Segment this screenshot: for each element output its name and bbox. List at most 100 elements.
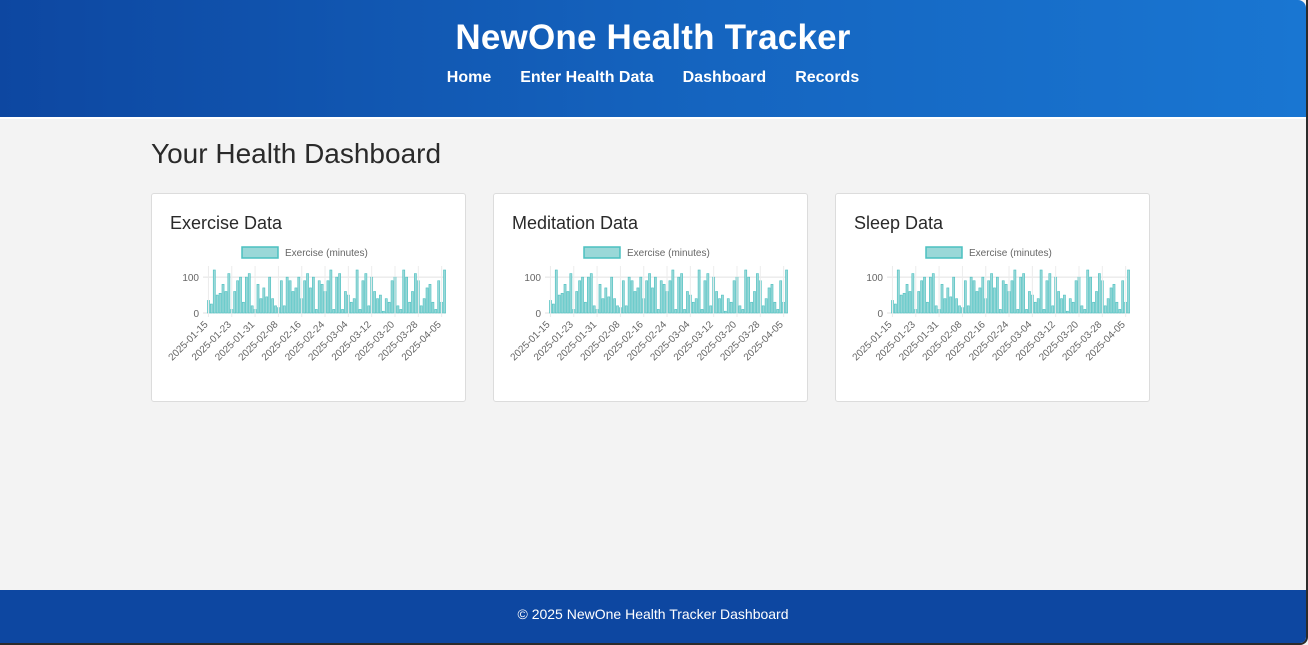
legend-swatch <box>925 246 963 259</box>
bar <box>563 284 567 314</box>
nav-home-link[interactable]: Home <box>447 69 491 87</box>
bar <box>1086 269 1090 314</box>
bar <box>210 303 213 314</box>
bar <box>335 276 339 314</box>
bar <box>373 291 376 314</box>
bar <box>750 301 753 314</box>
bar <box>405 276 409 314</box>
bar <box>349 301 353 314</box>
bar <box>244 276 248 314</box>
y-tick-label: 100 <box>866 273 883 284</box>
bar <box>262 287 266 314</box>
bar <box>1022 273 1025 314</box>
bar <box>747 276 751 314</box>
bar <box>279 280 283 314</box>
bar <box>706 273 710 314</box>
bar <box>215 294 219 314</box>
bar <box>741 309 745 314</box>
bar <box>648 273 651 314</box>
bar <box>437 280 441 314</box>
bar <box>662 284 666 314</box>
bar <box>894 303 897 314</box>
bar <box>928 276 932 314</box>
bar <box>969 276 973 314</box>
bar <box>1057 291 1060 314</box>
bar <box>425 287 429 314</box>
bar <box>726 298 730 314</box>
bar <box>247 273 251 314</box>
bar <box>978 287 982 314</box>
bar <box>677 276 681 314</box>
bar <box>902 292 906 314</box>
bar <box>1004 284 1008 314</box>
bar <box>952 276 956 314</box>
bar <box>911 273 915 314</box>
bar <box>242 301 245 314</box>
bar <box>431 301 435 314</box>
bar <box>744 269 748 314</box>
bar <box>294 287 298 314</box>
main-nav: Home Enter Health Data Dashboard Records <box>0 69 1306 87</box>
bar <box>282 305 286 314</box>
bar <box>761 305 765 314</box>
y-tick-label: 0 <box>877 309 883 320</box>
bar <box>1071 301 1075 314</box>
y-tick-label: 0 <box>535 309 541 320</box>
bar <box>987 280 990 314</box>
bar <box>674 309 678 314</box>
bar <box>1036 298 1040 314</box>
bar <box>552 303 555 314</box>
sleep-chart: Exercise (minutes)01002025-01-152025-01-… <box>851 246 1130 363</box>
bar <box>721 294 724 314</box>
bar <box>920 280 923 314</box>
bar <box>1051 305 1055 314</box>
footer-text: © 2025 NewOne Health Tracker Dashboard <box>517 606 789 622</box>
page-title: Your Health Dashboard <box>151 138 442 169</box>
bar <box>581 276 584 314</box>
site-header: NewOne Health Tracker Home Enter Health … <box>0 0 1306 119</box>
bar <box>297 276 301 314</box>
bar <box>326 280 330 314</box>
nav-records-link[interactable]: Records <box>795 69 859 87</box>
bar <box>779 280 783 314</box>
bar <box>419 305 423 314</box>
bar <box>414 273 417 314</box>
bar <box>972 280 976 314</box>
bar <box>651 287 654 314</box>
bar <box>399 309 403 314</box>
bar <box>1001 280 1005 314</box>
bar <box>352 298 356 314</box>
nav-dashboard-link[interactable]: Dashboard <box>683 69 767 87</box>
bar <box>390 280 394 314</box>
bar <box>958 305 961 314</box>
bar <box>686 291 689 314</box>
bar <box>630 280 634 314</box>
bar <box>256 284 260 314</box>
bar <box>288 280 292 314</box>
y-tick-label: 100 <box>524 273 541 284</box>
bar <box>312 276 315 314</box>
site-title: NewOne Health Tracker <box>455 18 851 57</box>
bar <box>309 287 312 314</box>
bar <box>422 298 426 314</box>
nav-enter-health-data-link[interactable]: Enter Health Data <box>520 69 653 87</box>
bar <box>694 298 698 314</box>
bar <box>384 298 388 314</box>
legend-label: Exercise (minutes) <box>627 248 710 259</box>
bar <box>566 291 570 314</box>
bar <box>1098 273 1101 314</box>
bar <box>1045 280 1049 314</box>
bar <box>949 296 953 314</box>
bar <box>715 291 718 314</box>
bar <box>899 294 903 314</box>
bar <box>387 301 391 314</box>
bar <box>680 273 683 314</box>
bar <box>592 305 596 314</box>
bar <box>923 276 926 314</box>
exercise-card: Exercise Data Exercise (minutes) 0 100 2025… <box>151 193 466 402</box>
bar <box>955 298 958 314</box>
app-window: NewOne Health Tracker Home Enter Health … <box>0 0 1308 645</box>
bar <box>1013 269 1017 314</box>
bar <box>709 305 713 314</box>
bar <box>250 305 254 314</box>
